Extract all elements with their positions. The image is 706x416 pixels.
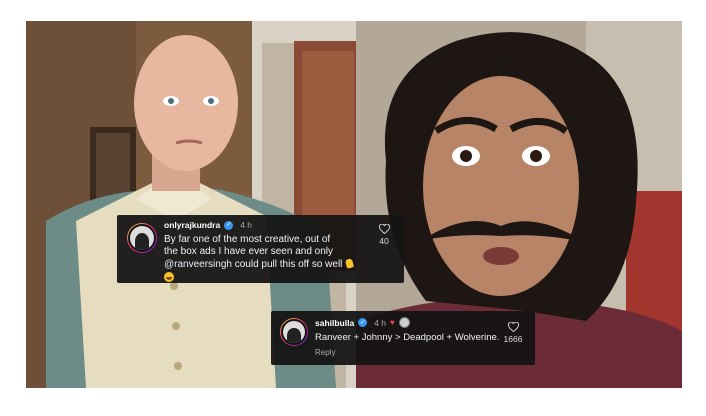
like-count: 40: [379, 236, 389, 246]
user-avatar[interactable]: [127, 223, 157, 253]
avatar-image: [128, 224, 156, 252]
clapping-hands-icon: [345, 258, 355, 268]
creator-avatar-icon: [398, 317, 410, 328]
comment-text-line: the box ads I have ever seen and only: [164, 246, 334, 257]
like-count: 1666: [503, 334, 523, 344]
comment-text: By far one of the most creative, out of …: [164, 234, 376, 285]
heart-outline-icon[interactable]: [507, 322, 519, 332]
comment-timestamp: 4 h: [374, 317, 387, 328]
comment-username[interactable]: onlyrajkundra: [164, 220, 220, 230]
reply-button[interactable]: Reply: [315, 348, 335, 357]
heart-outline-icon[interactable]: [378, 224, 390, 234]
comment-card: sahilbulla ✓ 4 h ♥ Ranveer + Johnny > De…: [271, 311, 535, 365]
creator-heart-icon: ♥: [390, 318, 395, 327]
grinning-face-icon: [164, 272, 174, 282]
avatar-image: [281, 319, 307, 345]
like-control[interactable]: 40: [373, 224, 395, 246]
user-avatar[interactable]: [280, 318, 308, 346]
verified-badge-icon: ✓: [358, 318, 368, 327]
comment-text: Ranveer + Johnny > Deadpool + Wolverine.: [315, 332, 500, 343]
mention-link[interactable]: @ranveersingh: [164, 259, 232, 270]
comment-text-line: By far one of the most creative, out of: [164, 234, 331, 245]
comment-text-tail: could pull this off so well: [231, 259, 343, 270]
verified-badge-icon: ✓: [224, 220, 234, 230]
comment-username[interactable]: sahilbulla: [315, 318, 354, 328]
like-control[interactable]: 1666: [500, 322, 526, 344]
comment-timestamp: 4 h: [240, 220, 253, 230]
comment-card: onlyrajkundra ✓ 4 h By far one of the mo…: [117, 215, 404, 283]
comment-meta: sahilbulla ✓ 4 h ♥: [315, 317, 410, 328]
comment-meta: onlyrajkundra ✓ 4 h: [164, 220, 252, 230]
